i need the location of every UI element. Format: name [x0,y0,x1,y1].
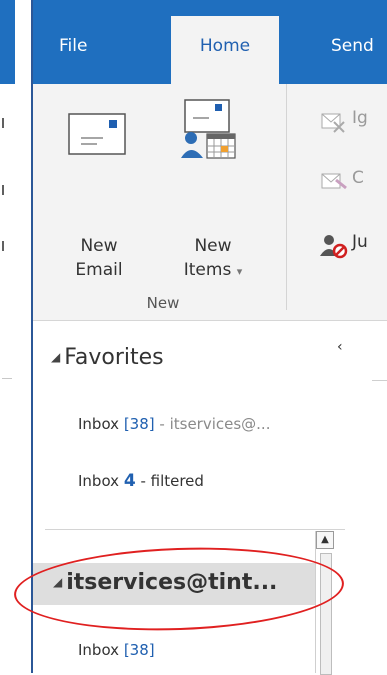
junk-label: Ju [352,232,368,252]
pane-separator [45,529,345,530]
dropdown-caret-icon: ▾ [236,265,243,278]
unread-count: 4 [123,471,136,491]
tab-send[interactable]: Send [305,16,374,84]
folder-suffix: - filtered [135,472,204,490]
junk-icon [320,235,348,259]
tab-home[interactable]: Home [171,16,279,84]
new-items-button[interactable]: New Items ▾ [171,84,255,284]
account-inbox[interactable]: Inbox [38] [78,641,155,659]
ribbon-home: New Email New Items ▾ New Ig C Ju [33,84,387,321]
new-items-label-2: Items ▾ [171,258,255,284]
reading-pane-divider [372,380,387,381]
scroll-up-arrow-icon[interactable]: ▲ [316,531,334,549]
background-window-titlebar [0,0,15,84]
folder-name: Inbox [78,472,120,490]
cleanup-label: C [352,168,364,188]
new-email-button[interactable]: New Email [57,84,141,284]
background-window-edge [0,0,33,673]
background-tick [2,118,4,128]
favorite-inbox-filtered[interactable]: Inbox 4 - filtered [78,471,204,491]
folder-name: Inbox [78,641,120,659]
envelope-icon [68,113,126,155]
favorite-inbox-all[interactable]: Inbox [38] - itservices@... [78,415,270,433]
background-rule [2,378,12,379]
new-items-label-1: New [194,236,232,256]
ribbon-tab-bar: File Home Send [33,0,387,84]
background-tick [2,241,4,251]
folder-name: Inbox [78,415,120,433]
expand-triangle-icon[interactable]: ◢ [51,350,60,364]
new-items-icon [181,99,236,159]
background-tick [2,185,4,195]
unread-count: [38] [123,641,155,659]
group-separator [286,84,287,310]
favorites-header[interactable]: ◢ Favorites [51,345,164,370]
cleanup-icon [321,173,347,190]
ignore-icon [321,113,345,133]
favorites-label: Favorites [64,345,164,370]
tab-file[interactable]: File [45,16,101,84]
ignore-label: Ig [352,108,368,128]
new-email-label-2: Email [75,260,123,280]
new-items-text: Items [183,260,232,280]
folder-suffix: - itservices@... [154,415,271,433]
new-email-label-1: New [80,236,118,256]
group-label-new: New [146,294,180,312]
unread-count: [38] [123,415,155,433]
collapse-pane-icon[interactable]: ‹ [337,339,343,355]
